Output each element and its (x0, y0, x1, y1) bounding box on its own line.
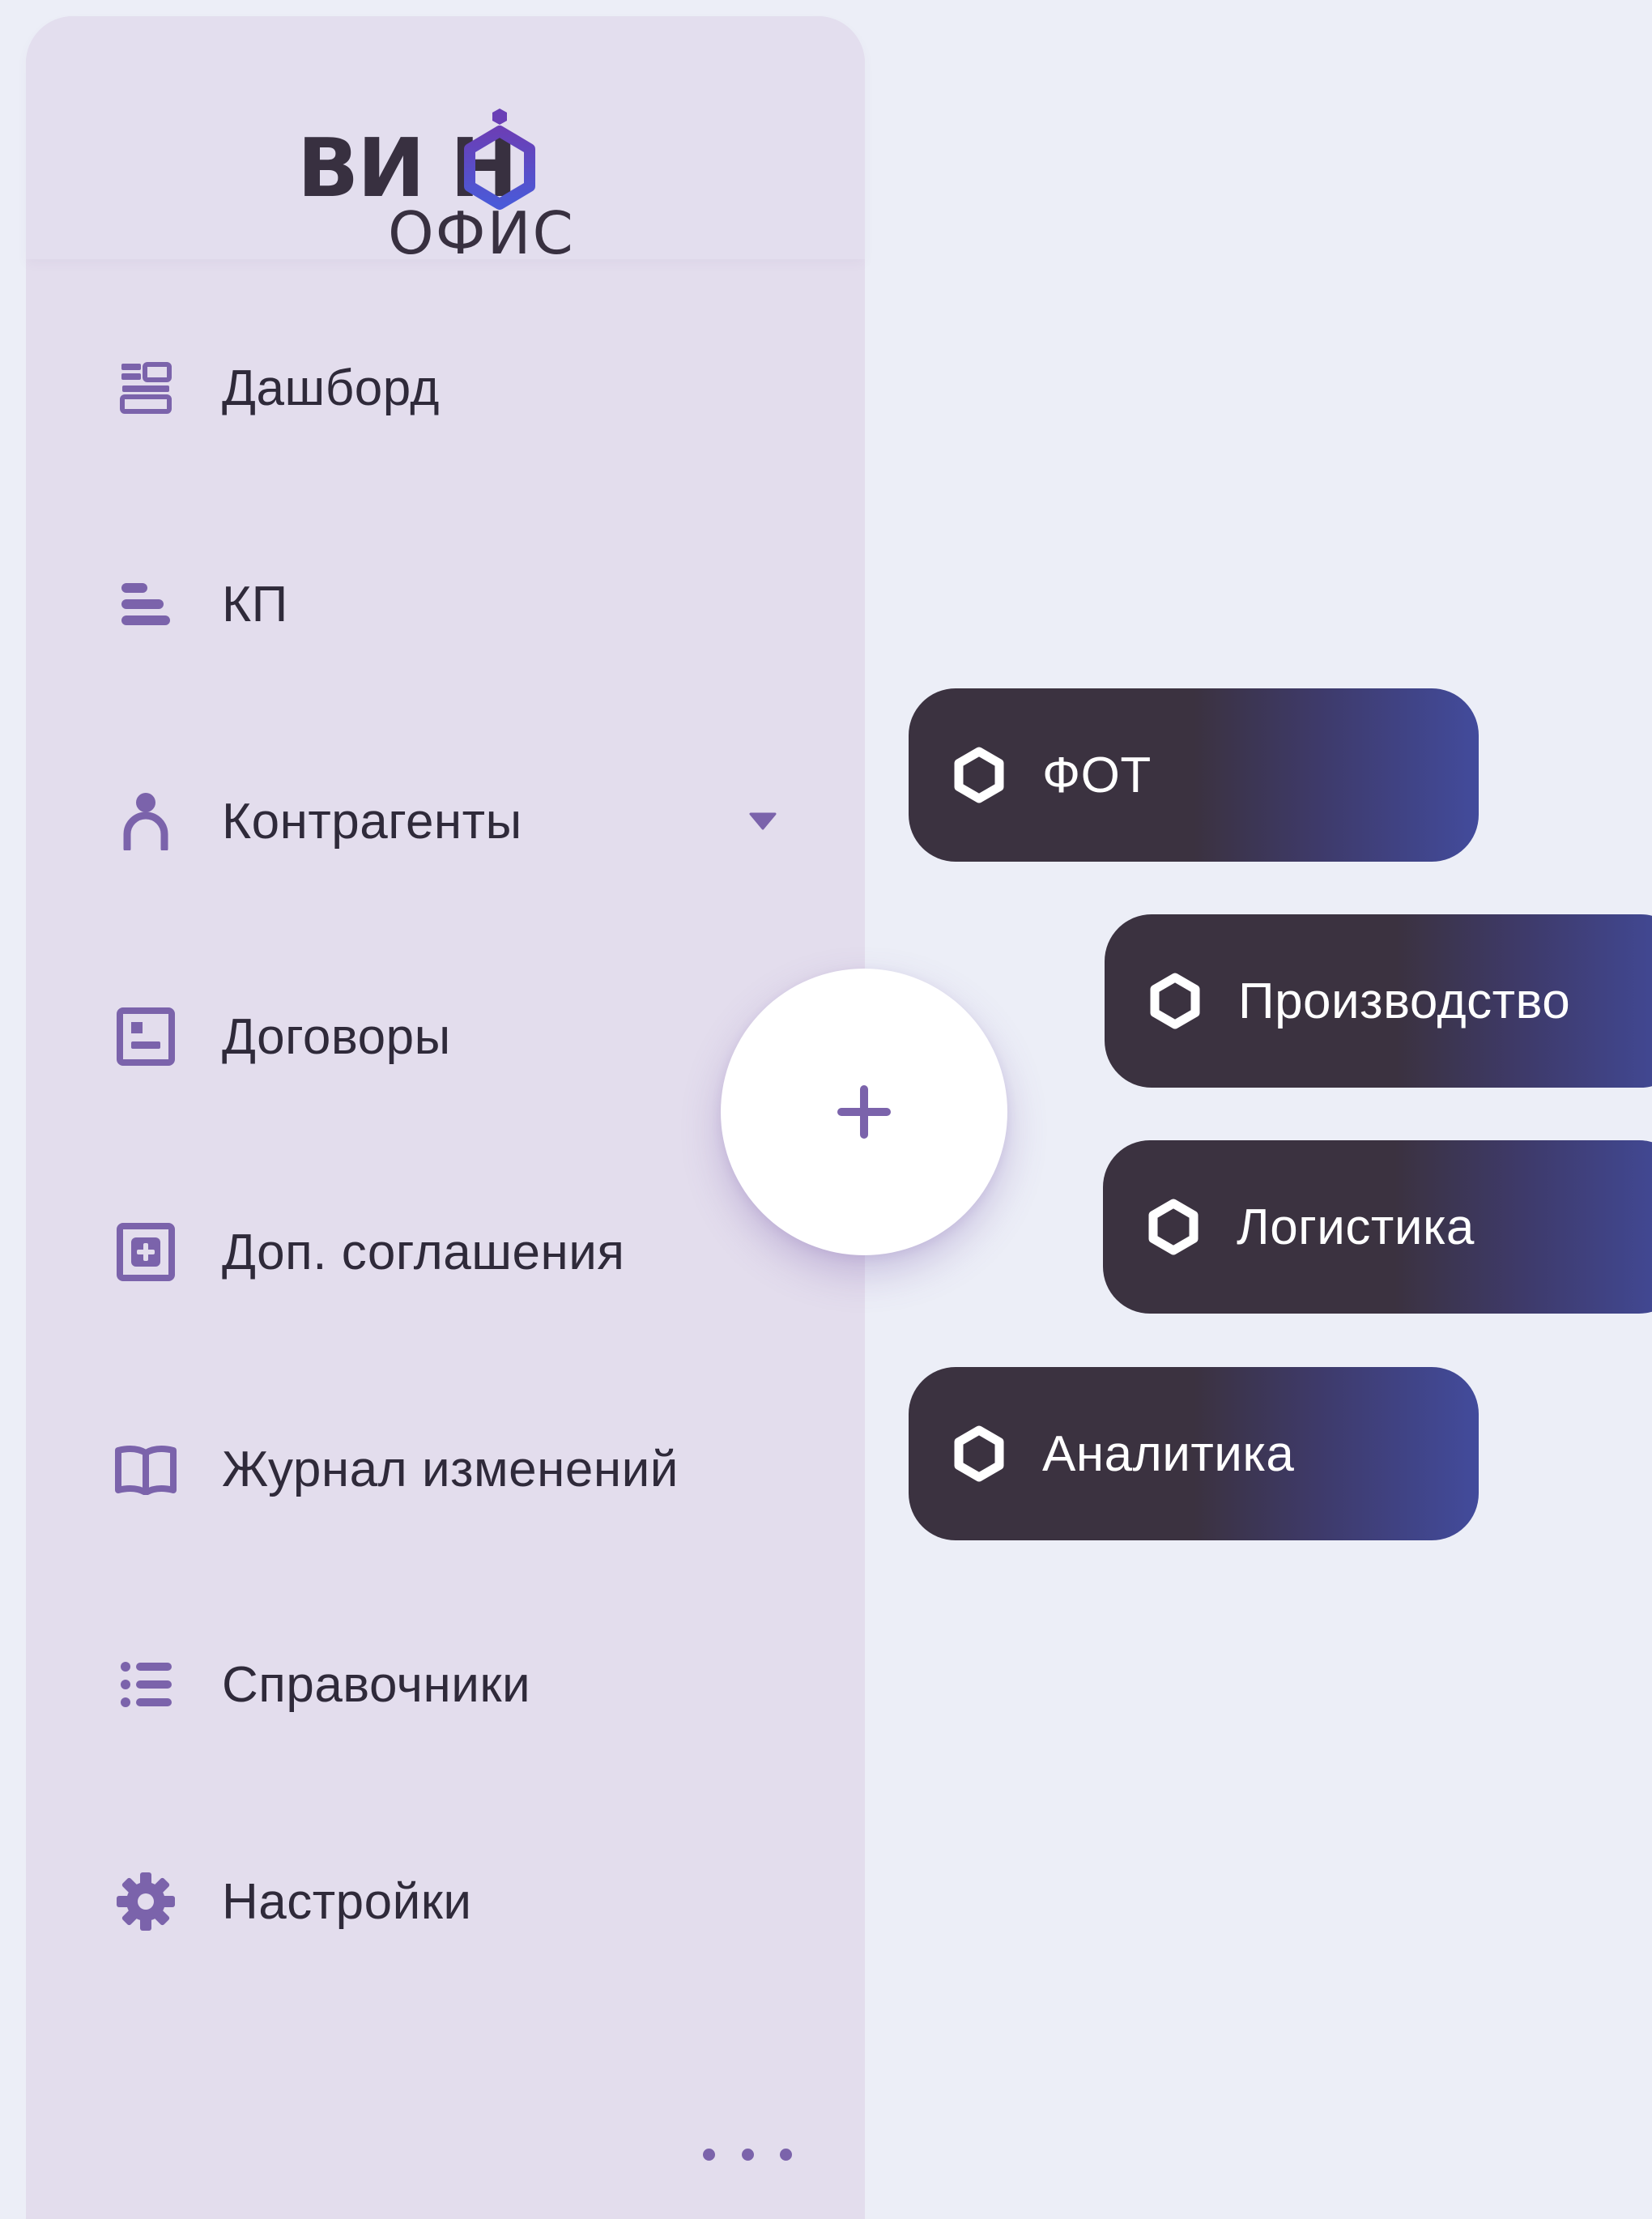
hexagon-icon (1150, 973, 1200, 1029)
sidebar-item-dashboard[interactable]: Дашборд (26, 339, 865, 437)
bars-icon (113, 572, 178, 637)
hexagon-icon (1148, 1199, 1199, 1255)
quick-action-label: Аналитика (1042, 1425, 1295, 1482)
quick-action-label: Производство (1238, 973, 1571, 1029)
book-icon (113, 1437, 178, 1501)
add-button[interactable] (721, 969, 1007, 1255)
list-icon (113, 1652, 178, 1717)
sidebar-item-label: Справочники (222, 1656, 531, 1713)
dashboard-icon (113, 356, 178, 420)
quick-action-fot[interactable]: ФОТ (909, 688, 1479, 862)
sidebar-item-counterparties[interactable]: Контрагенты (26, 773, 865, 870)
sidebar-item-label: Дашборд (222, 360, 440, 416)
hexagon-icon (954, 1425, 1004, 1482)
sidebar-item-settings[interactable]: Настройки (26, 1853, 865, 1950)
logo-subtitle: ОФИС (388, 199, 575, 267)
sidebar-item-label: Договоры (222, 1008, 451, 1065)
sidebar-item-label: Журнал изменений (222, 1441, 679, 1497)
contract-icon (113, 1004, 178, 1069)
sidebar-item-label: Контрагенты (222, 793, 522, 850)
logo-hexagon-mark (464, 109, 535, 210)
plus-icon (837, 1085, 891, 1139)
sidebar-item-label: Настройки (222, 1873, 472, 1930)
chevron-down-icon[interactable] (739, 797, 787, 845)
person-icon (113, 789, 178, 854)
sidebar-item-additional-agreements[interactable]: Доп. соглашения (26, 1203, 865, 1301)
quick-action-logistics[interactable]: Логистика (1103, 1140, 1652, 1314)
quick-action-analytics[interactable]: Аналитика (909, 1367, 1479, 1540)
logo[interactable]: ВИ Н ОФИС (297, 91, 621, 269)
add-document-icon (113, 1220, 178, 1284)
hexagon-icon (954, 747, 1004, 803)
quick-action-production[interactable]: Производство (1105, 914, 1652, 1088)
sidebar-item-label: КП (222, 576, 288, 632)
quick-action-label: ФОТ (1042, 747, 1152, 803)
logo-area: ВИ Н ОФИС (26, 16, 865, 266)
gear-icon (113, 1869, 178, 1934)
quick-action-label: Логистика (1237, 1199, 1475, 1255)
sidebar-item-label: Доп. соглашения (222, 1224, 625, 1280)
sidebar-item-changelog[interactable]: Журнал изменений (26, 1420, 865, 1518)
sidebar-item-references[interactable]: Справочники (26, 1636, 865, 1733)
sidebar-item-kp[interactable]: КП (26, 556, 865, 653)
more-dots-icon[interactable] (703, 2138, 792, 2170)
